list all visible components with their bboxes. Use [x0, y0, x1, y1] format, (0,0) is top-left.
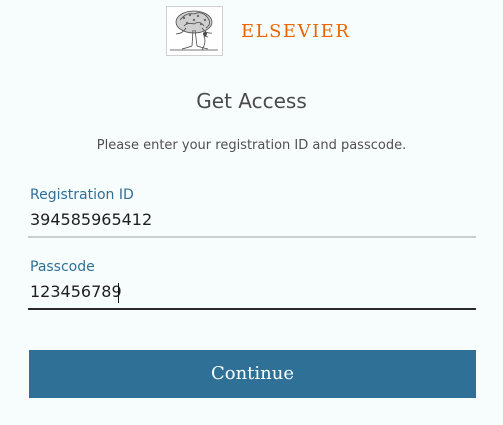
passcode-label: Passcode	[30, 259, 95, 275]
page-subtitle: Please enter your registration ID and pa…	[96, 138, 407, 153]
page-title: Get Access	[196, 89, 307, 113]
elsevier-tree-icon	[166, 6, 223, 56]
passcode-input[interactable]	[28, 280, 476, 304]
registration-id-underline	[28, 236, 476, 238]
elsevier-logo-text: ELSEVIER	[241, 21, 351, 42]
text-cursor	[118, 283, 119, 303]
passcode-underline	[28, 308, 476, 310]
continue-button[interactable]: Continue	[29, 350, 476, 398]
header: ELSEVIER	[0, 0, 503, 62]
registration-id-input[interactable]	[28, 208, 476, 232]
registration-id-label: Registration ID	[30, 187, 134, 203]
